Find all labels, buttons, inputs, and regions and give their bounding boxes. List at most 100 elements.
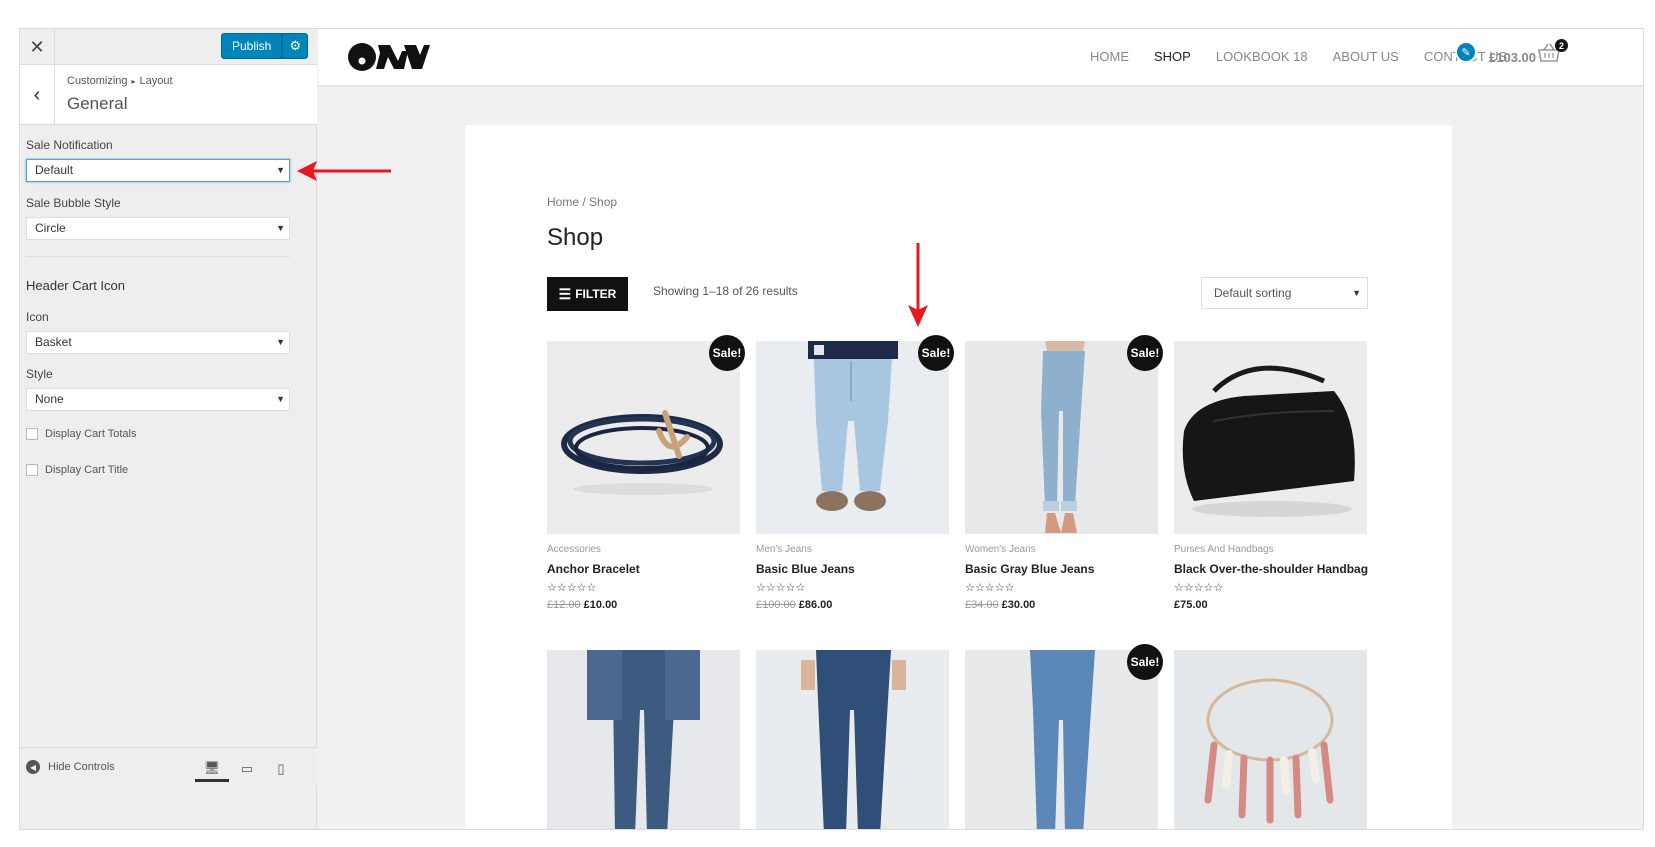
publish-button[interactable]: Publish	[221, 33, 283, 59]
divider	[26, 256, 290, 257]
filter-button[interactable]: ☰ FILTER	[547, 277, 628, 311]
sale-price: £86.00	[798, 599, 833, 611]
product-category[interactable]: Men's Jeans	[756, 544, 812, 555]
shop-breadcrumb[interactable]: Home / Shop	[547, 195, 617, 209]
sale-price: £30.00	[1001, 599, 1036, 611]
hide-controls-button[interactable]: ◀ Hide Controls	[26, 760, 115, 774]
breadcrumb-layout: Layout	[139, 75, 173, 87]
product-price: £12.00 £10.00	[547, 599, 617, 611]
product-card[interactable]: Purses And Handbags Black Over-the-shoul…	[1174, 341, 1368, 621]
page-title: Shop	[547, 224, 604, 251]
icon-label: Icon	[26, 310, 49, 324]
caret-down-icon: ▼	[1352, 288, 1361, 298]
customizer-footer: ◀ Hide Controls 🖥 ▭ ▯	[20, 747, 317, 785]
sorting-select[interactable]: Default sorting ▼	[1201, 277, 1368, 309]
product-image-light-jeans[interactable]	[965, 650, 1158, 830]
desktop-preview-button[interactable]: 🖥	[195, 756, 229, 782]
product-name[interactable]: Basic Gray Blue Jeans	[965, 562, 1094, 576]
customizer-sidebar: ✕ Publish ⚙ ‹ Customizing ▸ Layout General…	[20, 29, 317, 829]
desktop-icon: 🖥	[203, 759, 221, 775]
sale-badge: Sale!	[709, 335, 745, 371]
nav-shop[interactable]: SHOP	[1154, 49, 1191, 64]
filter-label: FILTER	[575, 287, 617, 301]
sale-bubble-style-select[interactable]: Circle ▼	[26, 217, 290, 240]
display-cart-title-label: Display Cart Title	[45, 464, 129, 476]
publish-settings-button[interactable]: ⚙	[282, 33, 309, 59]
pencil-icon: ✎	[1461, 46, 1471, 59]
customizer-breadcrumb: Customizing ▸ Layout	[67, 75, 173, 87]
product-category[interactable]: Women's Jeans	[965, 544, 1036, 555]
customizer-header: ✕ Publish ⚙	[20, 29, 317, 65]
sale-price: £10.00	[583, 599, 618, 611]
product-name[interactable]: Anchor Bracelet	[547, 562, 640, 576]
close-icon: ✕	[29, 36, 45, 57]
nav-lookbook[interactable]: LOOKBOOK 18	[1216, 49, 1308, 64]
customizer-window: ✕ Publish ⚙ ‹ Customizing ▸ Layout General…	[19, 28, 1644, 830]
style-select[interactable]: None ▼	[26, 388, 290, 411]
cart-count-badge: 2	[1555, 39, 1568, 52]
site-preview: HOME SHOP LOOKBOOK 18 ABOUT US CONTACT U…	[318, 29, 1643, 829]
product-price: £100.00 £86.00	[756, 599, 832, 611]
old-price: £100.00	[756, 599, 796, 611]
product-image-jeans-jacket[interactable]	[547, 650, 740, 830]
star-rating-icon: ☆☆☆☆☆	[965, 582, 1015, 594]
product-image-dark-jeans[interactable]	[756, 650, 949, 830]
product-image-bracelet[interactable]	[547, 341, 740, 534]
product-price: £75.00	[1174, 599, 1208, 611]
nav-about[interactable]: ABOUT US	[1333, 49, 1399, 64]
product-card[interactable]: Sale! Accessories Anchor Bracelet ☆☆☆☆☆ …	[547, 335, 745, 621]
site-logo[interactable]	[346, 39, 430, 75]
edit-shortcut-button[interactable]: ✎	[1455, 41, 1477, 63]
cart-total[interactable]: £103.00	[1489, 50, 1536, 65]
triangle-right-icon: ▸	[131, 77, 136, 86]
menu-icon: ☰	[558, 285, 572, 302]
checkbox-box[interactable]	[26, 428, 38, 440]
icon-select[interactable]: Basket ▼	[26, 331, 290, 354]
caret-down-icon: ▼	[276, 165, 285, 175]
star-rating-icon: ☆☆☆☆☆	[547, 582, 597, 594]
product-image-tassel-bracelet[interactable]	[1174, 650, 1367, 830]
collapse-icon: ◀	[26, 760, 40, 774]
sale-notification-select[interactable]: Default ▼	[26, 159, 290, 182]
regular-price: £75.00	[1174, 599, 1208, 611]
product-name[interactable]: Basic Blue Jeans	[756, 562, 855, 576]
old-price: £12.00	[547, 599, 581, 611]
product-name[interactable]: Black Over-the-shoulder Handbag	[1174, 562, 1368, 576]
display-cart-title-checkbox[interactable]: Display Cart Title	[26, 464, 128, 476]
product-image-womens-jeans[interactable]	[965, 341, 1158, 534]
product-price: £34.00 £30.00	[965, 599, 1035, 611]
tablet-preview-button[interactable]: ▭	[230, 756, 264, 782]
style-value: None	[35, 392, 64, 406]
results-count: Showing 1–18 of 26 results	[653, 284, 798, 298]
header-cart-icon-heading: Header Cart Icon	[26, 278, 125, 293]
close-button[interactable]: ✕	[20, 29, 55, 65]
product-image-mens-jeans[interactable]	[756, 341, 949, 534]
star-rating-icon: ☆☆☆☆☆	[1174, 582, 1224, 594]
display-cart-totals-label: Display Cart Totals	[45, 428, 137, 440]
product-card[interactable]: Sale! Men's Jeans Basic Blue Jeans ☆☆☆☆☆…	[756, 335, 954, 621]
section-header: ‹ Customizing ▸ Layout General	[20, 65, 317, 125]
product-category[interactable]: Accessories	[547, 544, 601, 555]
star-rating-icon: ☆☆☆☆☆	[756, 582, 806, 594]
product-category[interactable]: Purses And Handbags	[1174, 544, 1274, 555]
sale-bubble-style-label: Sale Bubble Style	[26, 196, 121, 210]
chevron-left-icon: ‹	[33, 83, 41, 106]
checkbox-box[interactable]	[26, 464, 38, 476]
display-cart-totals-checkbox[interactable]: Display Cart Totals	[26, 428, 137, 440]
shop-content: Home / Shop Shop ☰ FILTER Showing 1–18 o…	[465, 125, 1452, 830]
section-title: General	[67, 94, 128, 113]
nav-home[interactable]: HOME	[1090, 49, 1129, 64]
breadcrumb-customizing: Customizing	[67, 75, 128, 87]
mobile-icon: ▯	[277, 761, 285, 776]
caret-down-icon: ▼	[276, 394, 285, 404]
back-button[interactable]: ‹	[20, 65, 55, 125]
caret-down-icon: ▼	[276, 223, 285, 233]
old-price: £34.00	[965, 599, 999, 611]
tablet-icon: ▭	[240, 761, 254, 776]
product-card[interactable]: Sale! Women's Jeans Basic Gray Blue Jean…	[965, 335, 1163, 621]
product-image-handbag[interactable]	[1174, 341, 1367, 534]
mobile-preview-button[interactable]: ▯	[264, 756, 298, 782]
sale-badge: Sale!	[1127, 644, 1163, 680]
publish-group: Publish ⚙	[221, 33, 309, 59]
sale-badge: Sale!	[918, 335, 954, 371]
